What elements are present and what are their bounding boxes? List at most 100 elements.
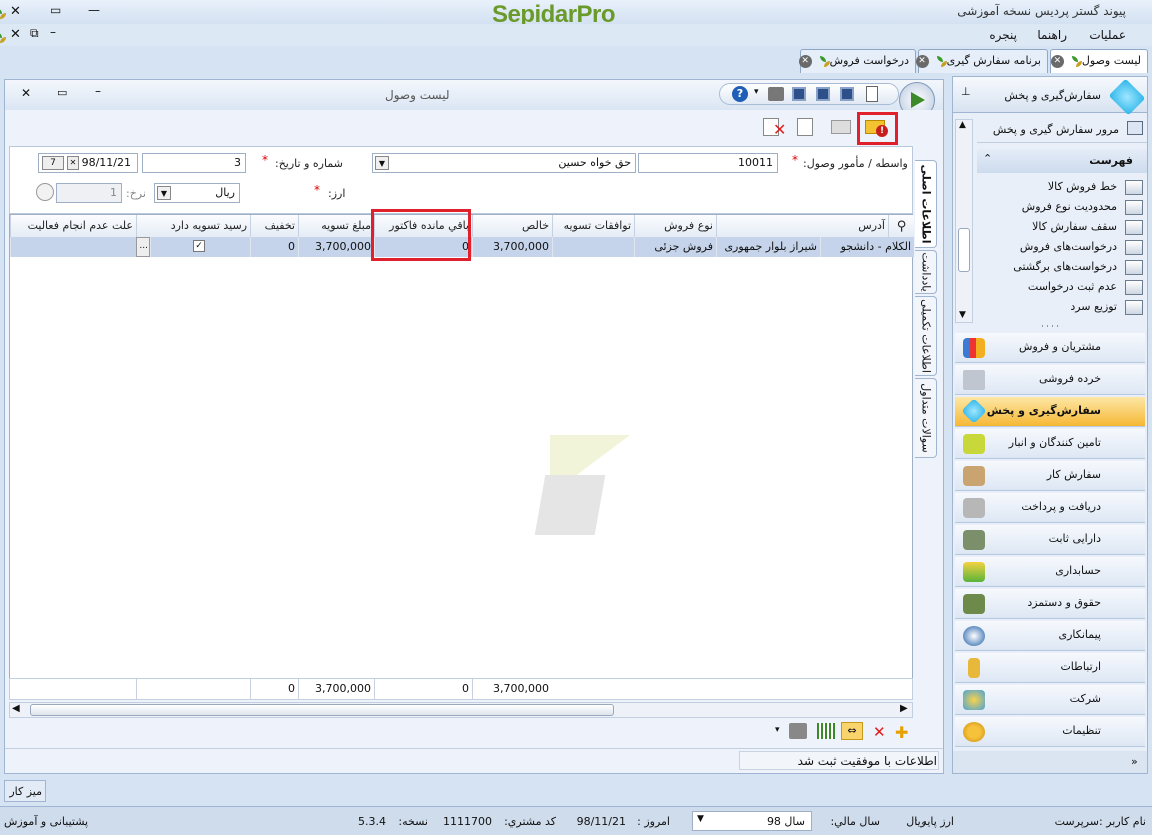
support-link[interactable]: پشتیبانی و آموزش — [4, 815, 88, 828]
tab-faq[interactable]: سوالات متداول — [915, 378, 937, 458]
clear-date-icon[interactable]: ✕ — [67, 156, 79, 170]
col-has-receipt[interactable]: رسید تسویه دارد — [136, 215, 250, 237]
nav-module-settings[interactable]: تنظیمات — [955, 717, 1145, 747]
print-icon[interactable] — [768, 87, 784, 101]
col-settlement[interactable]: مبلغ تسويه — [298, 215, 374, 237]
tab-extra-info[interactable]: اطلاعات تکمیلی — [915, 296, 937, 376]
col-reason[interactable]: علت عدم انجام فعالیت — [10, 215, 136, 237]
delete-row-icon[interactable]: ✕ — [873, 723, 886, 741]
scroll-thumb[interactable] — [30, 704, 614, 716]
nav-module-communications[interactable]: ارتباطات — [955, 653, 1145, 683]
fiscal-year-select[interactable]: سال 98 ▼ — [692, 811, 812, 831]
tree-item[interactable]: توزیع سرد — [977, 297, 1147, 317]
nav-module-payments[interactable]: دریافت و پرداخت — [955, 493, 1145, 523]
tab-main-info[interactable]: اطلاعات اصلی — [915, 160, 937, 248]
currency-select[interactable]: ریال ▼ — [154, 183, 240, 203]
nav-module-retail[interactable]: خرده فروشی — [955, 365, 1145, 395]
nav-scrollbar[interactable]: ▲ ▼ — [955, 119, 973, 323]
grid-search-icon[interactable]: ⚲ — [888, 215, 914, 237]
print-grid-icon[interactable] — [789, 723, 807, 739]
rate-refresh-icon[interactable] — [36, 183, 54, 201]
fit-columns-icon[interactable]: ⇔ — [841, 722, 863, 740]
nav-module-ordering[interactable]: سفارش‌گیری و پخش — [955, 397, 1145, 427]
tree-header[interactable]: فهرست ⌃ — [977, 149, 1147, 173]
new-document-icon[interactable] — [866, 86, 878, 102]
envelope-icon[interactable] — [831, 118, 853, 140]
menu-help[interactable]: راهنما — [1037, 28, 1067, 42]
tree-item[interactable]: عدم ثبت درخواست — [977, 277, 1147, 297]
close-window-button[interactable]: ✕ — [10, 4, 21, 19]
dropdown-arrow-icon[interactable]: ▼ — [697, 814, 704, 824]
nav-module-payroll[interactable]: حقوق و دستمزد — [955, 589, 1145, 619]
nav-module-work-order[interactable]: سفارش کار — [955, 461, 1145, 491]
splitter-handle[interactable]: · · · · — [953, 323, 1147, 331]
tree-item[interactable]: سقف سفارش کالا — [977, 217, 1147, 237]
minimize-window-button[interactable]: — — [88, 3, 100, 17]
number-input[interactable]: 3 — [142, 153, 246, 173]
col-discount[interactable]: تخفیف — [250, 215, 298, 237]
tree-item[interactable]: درخواست‌های برگشتی — [977, 257, 1147, 277]
scroll-up-icon[interactable]: ▲ — [959, 120, 966, 130]
dropdown-arrow-icon[interactable]: ▾ — [775, 725, 780, 735]
mdi-restore-icon[interactable]: ⧉ — [30, 26, 39, 41]
delete-list-icon[interactable]: ✕ — [763, 116, 786, 139]
save-icon[interactable] — [840, 87, 854, 101]
save-close-icon[interactable] — [792, 87, 806, 101]
columns-icon[interactable] — [817, 723, 835, 739]
nav-module-contracting[interactable]: پیمانکاری — [955, 621, 1145, 651]
nav-module-company[interactable]: شرکت — [955, 685, 1145, 715]
col-net[interactable]: خالص — [472, 215, 552, 237]
expand-chevron-icon[interactable]: » — [1131, 755, 1138, 768]
horizontal-scrollbar[interactable]: ◀ ▶ — [9, 702, 913, 718]
tree-item[interactable]: درخواست‌های فروش — [977, 237, 1147, 257]
calendar-icon[interactable]: 7 — [42, 156, 64, 170]
dropdown-arrow-icon[interactable]: ▼ — [157, 186, 171, 200]
cell-has-receipt[interactable]: ✓ — [150, 237, 250, 257]
close-tab-icon[interactable]: ✕ — [915, 54, 929, 68]
add-row-icon[interactable]: ✚ — [895, 723, 908, 742]
tab-notes[interactable]: یادداشت — [915, 250, 937, 294]
tab-sales-request[interactable]: درخواست فروش ✕ — [798, 49, 916, 73]
date-input[interactable]: 98/11/21 ✕ 7 — [38, 153, 138, 173]
col-agreements[interactable]: توافقات تسویه — [552, 215, 634, 237]
tree-item[interactable]: خط فروش کالا — [977, 177, 1147, 197]
col-address[interactable]: آدرس — [716, 215, 888, 237]
dropdown-arrow-icon[interactable]: ▾ — [754, 87, 759, 97]
receipt-checkbox[interactable]: ✓ — [193, 240, 205, 252]
edit-list-icon[interactable] — [795, 116, 817, 138]
pin-icon[interactable]: ⊥ — [961, 85, 971, 98]
mdi-close-icon[interactable]: ✕ — [10, 27, 21, 42]
close-tab-icon[interactable]: ✕ — [1050, 54, 1064, 68]
mdi-minimize-icon[interactable]: – — [50, 25, 56, 39]
tab-collection-list[interactable]: لیست وصول ✕ — [1050, 49, 1148, 73]
help-icon[interactable]: ? — [732, 86, 748, 102]
tree-item[interactable]: محدودیت نوع فروش — [977, 197, 1147, 217]
col-sale-type[interactable]: نوع فروش — [634, 215, 716, 237]
close-tab-icon[interactable]: ✕ — [798, 54, 812, 68]
desk-button[interactable]: میز کار — [4, 780, 46, 802]
nav-module-suppliers[interactable]: تامین کنندگان و انبار — [955, 429, 1145, 459]
tab-order-program[interactable]: برنامه سفارش گیری ✕ — [915, 49, 1048, 73]
nav-module-customers-sales[interactable]: مشتریان و فروش — [955, 333, 1145, 363]
scroll-left-icon[interactable]: ◀ — [12, 703, 20, 714]
rate-input[interactable]: 1 — [56, 183, 122, 203]
agent-name-select[interactable]: حق خواه حسین ▼ — [372, 153, 636, 173]
scroll-down-icon[interactable]: ▼ — [959, 310, 966, 320]
tree-list: خط فروش کالا محدودیت نوع فروش سقف سفارش … — [977, 175, 1147, 321]
scroll-thumb[interactable] — [958, 228, 970, 272]
restore-window-button[interactable]: ▭ — [50, 3, 61, 17]
reason-lookup-button[interactable]: ... — [136, 237, 150, 257]
doc-close-icon[interactable]: ✕ — [21, 86, 31, 100]
save-new-icon[interactable] — [816, 87, 830, 101]
scroll-right-icon[interactable]: ▶ — [900, 703, 908, 714]
doc-minimize-icon[interactable]: – — [95, 84, 101, 98]
nav-module-assets[interactable]: دارایی ثابت — [955, 525, 1145, 555]
dropdown-arrow-icon[interactable]: ▼ — [375, 156, 389, 170]
collapse-icon[interactable]: ⌃ — [983, 152, 992, 165]
doc-restore-icon[interactable]: ▭ — [57, 86, 67, 99]
menu-window[interactable]: پنجره — [989, 28, 1017, 42]
nav-module-accounting[interactable]: حسابداری — [955, 557, 1145, 587]
nav-overview-link[interactable]: مرور سفارش گیری و پخش — [977, 117, 1147, 143]
agent-code-input[interactable]: 10011 — [638, 153, 778, 173]
menu-operations[interactable]: عملیات — [1089, 28, 1126, 42]
